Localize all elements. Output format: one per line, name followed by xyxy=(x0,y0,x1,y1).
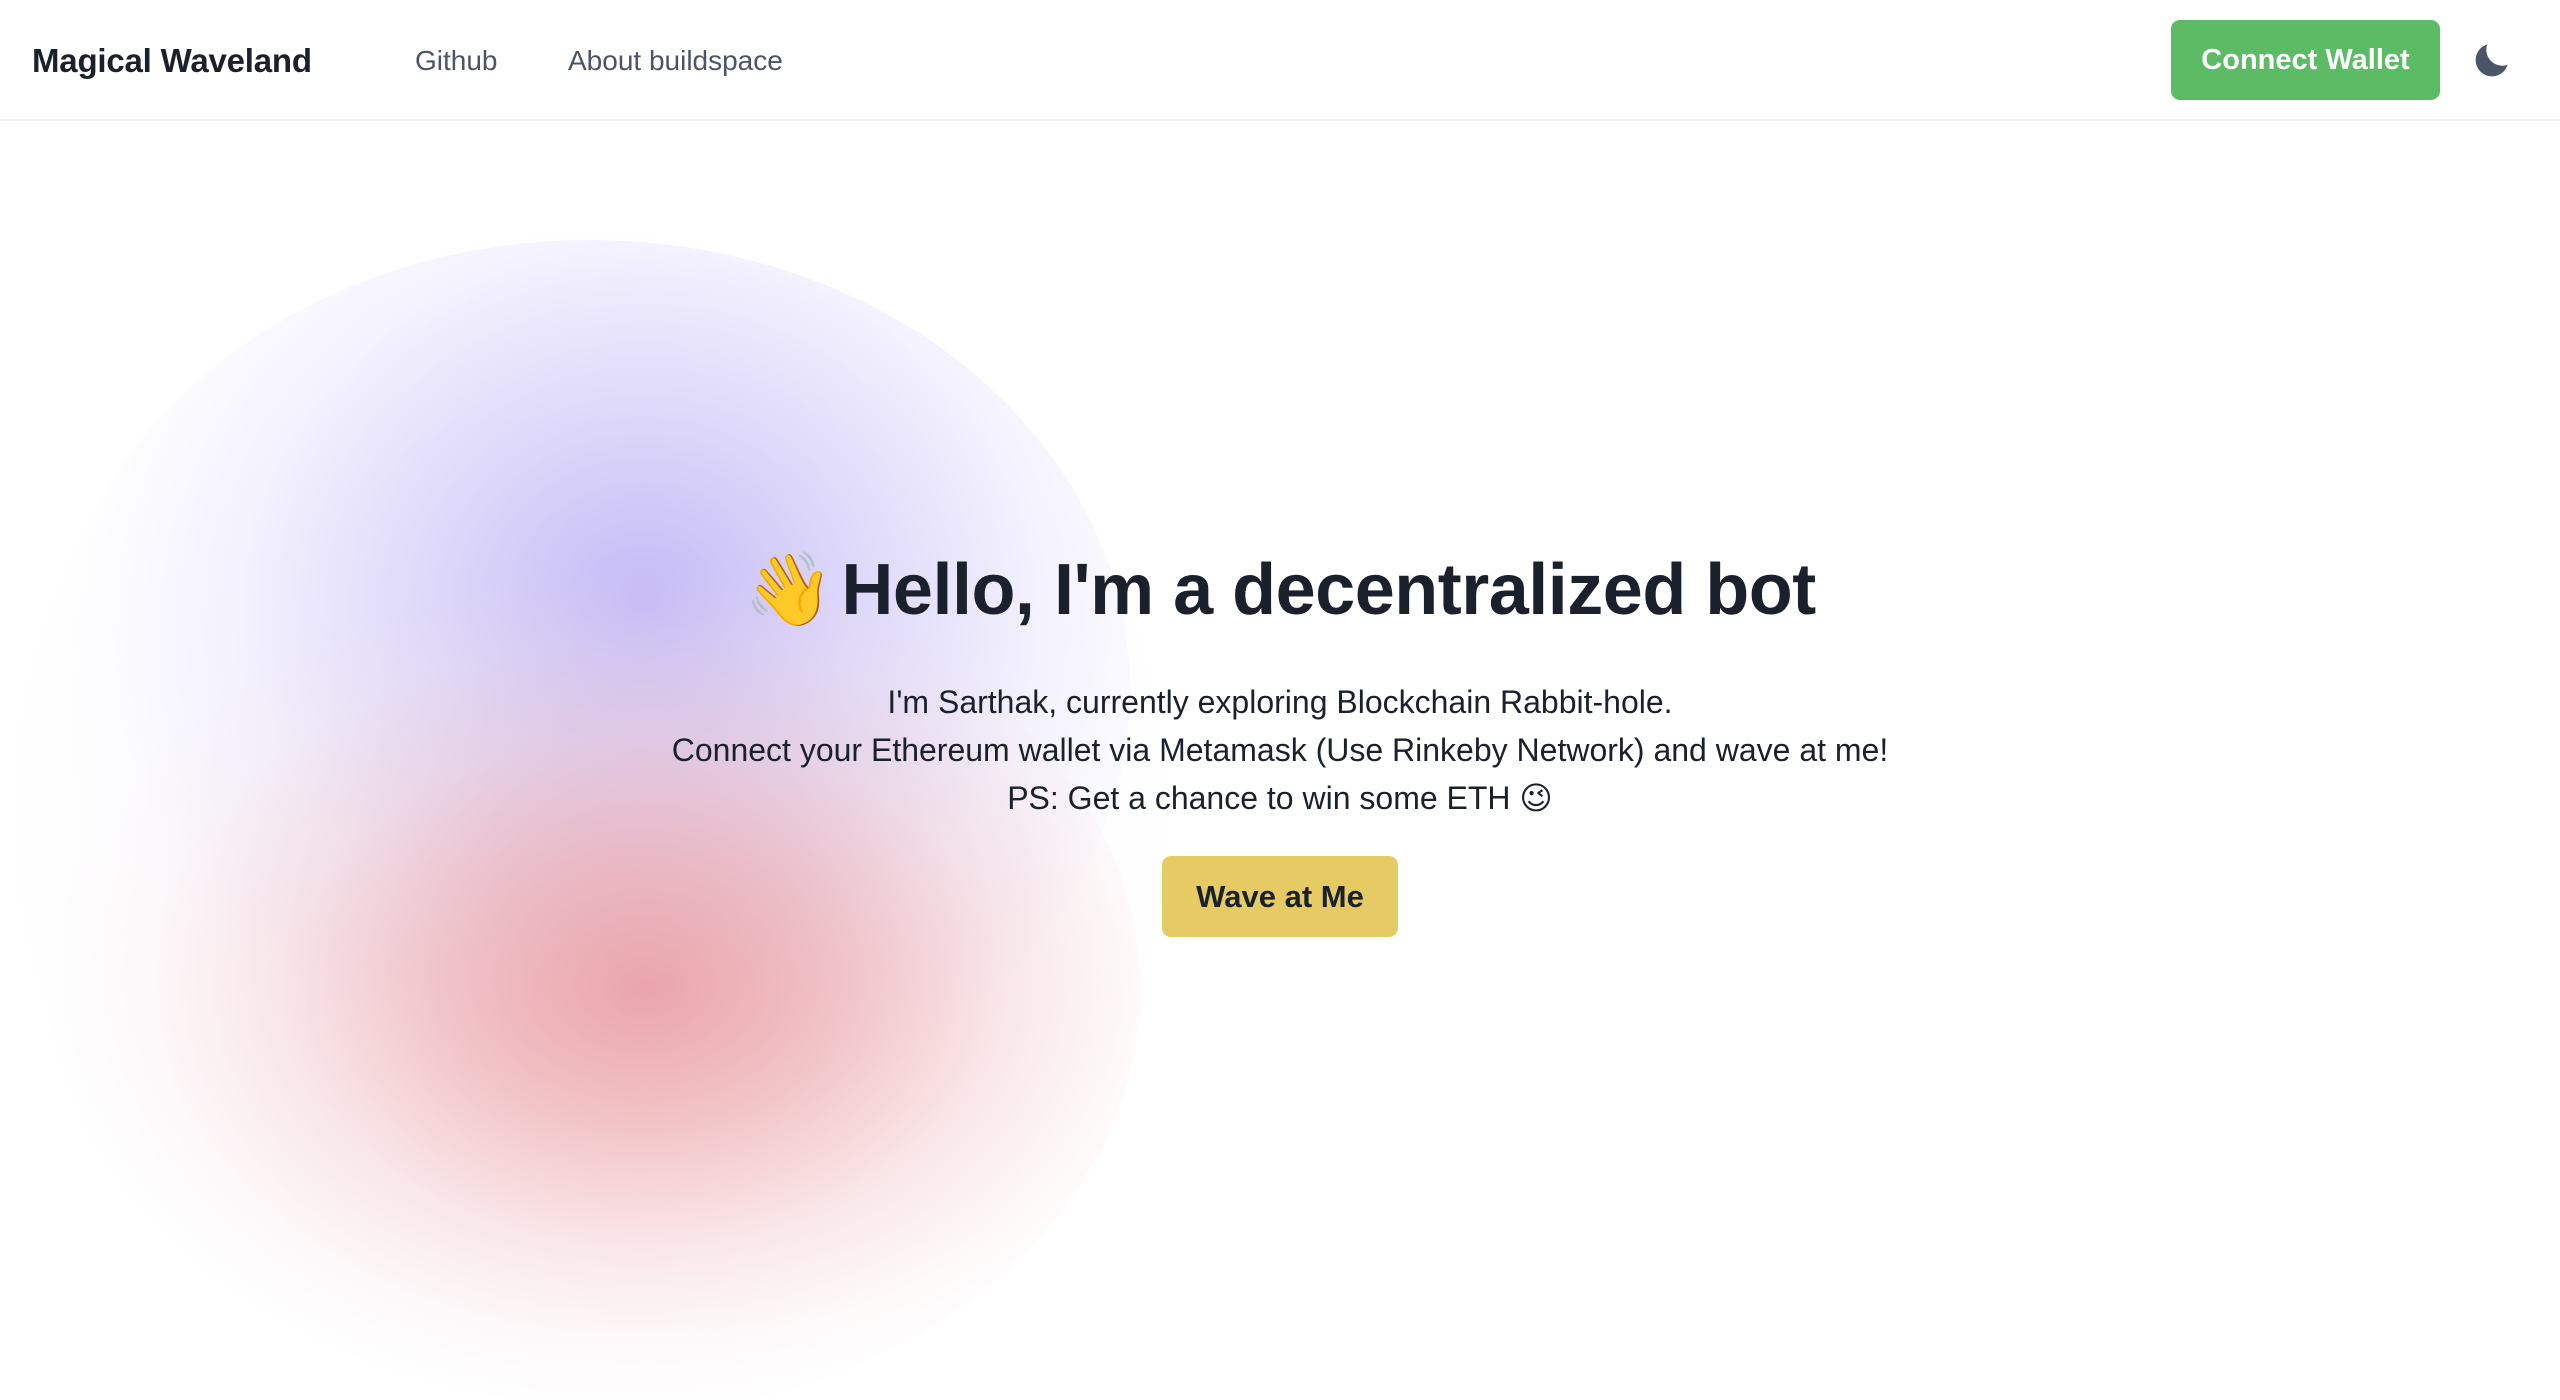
nav-link-github[interactable]: Github xyxy=(415,40,498,82)
top-navbar: Magical Waveland Github About buildspace… xyxy=(0,0,2560,121)
hero-section: 👋 Hello, I'm a decentralized bot I'm Sart… xyxy=(660,540,1900,937)
wave-at-me-button[interactable]: Wave at Me xyxy=(1162,856,1398,937)
hero-title-text: Hello, I'm a decentralized bot xyxy=(841,550,1816,630)
connect-wallet-button[interactable]: Connect Wallet xyxy=(2171,20,2440,100)
waving-hand-icon: 👋 xyxy=(744,550,834,630)
hero-ps-line: PS: Get a chance to win some ETH 😉 xyxy=(1007,780,1553,816)
nav-link-about-buildspace[interactable]: About buildspace xyxy=(568,40,783,82)
hero-instructions-line: Connect your Ethereum wallet via Metamas… xyxy=(671,732,1889,768)
hero-description: I'm Sarthak, currently exploring Blockch… xyxy=(660,678,1900,822)
theme-toggle-button[interactable] xyxy=(2470,38,2514,82)
brand-logo[interactable]: Magical Waveland xyxy=(32,38,312,84)
moon-icon xyxy=(2475,44,2508,77)
hero-title: 👋 Hello, I'm a decentralized bot xyxy=(660,540,1900,640)
page: Magical Waveland Github About buildspace… xyxy=(0,0,2560,1400)
hero-intro-line: I'm Sarthak, currently exploring Blockch… xyxy=(887,684,1673,720)
